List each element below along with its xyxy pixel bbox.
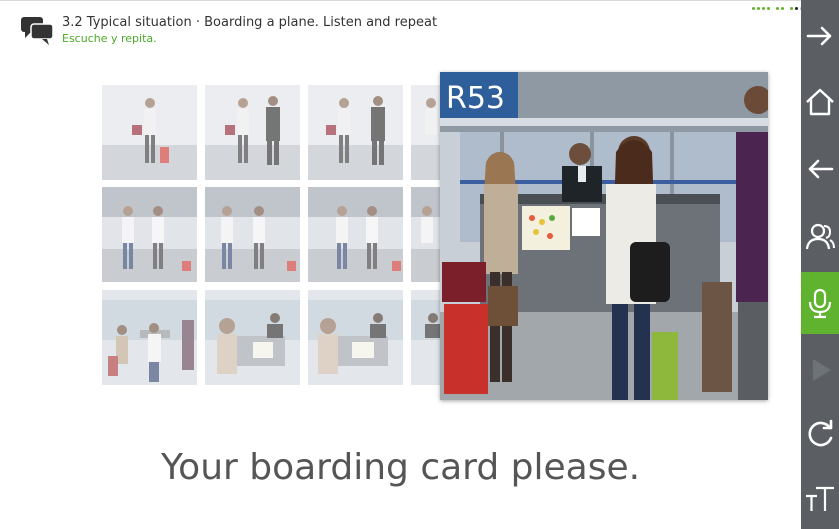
arrow-right-icon [806,26,832,46]
repeat-icon [808,419,833,447]
progress-dots [752,7,804,13]
thumbnail-photo[interactable] [102,85,197,180]
thumbnail-photo[interactable] [308,85,403,180]
thumbnail-photo[interactable] [308,187,403,282]
home-icon [806,88,834,116]
photo-thumbnail-grid [102,85,440,385]
play-button[interactable] [801,346,839,394]
back-button[interactable] [801,145,839,193]
play-icon [813,359,831,381]
gate-sign: R53 [446,81,505,116]
thumbnail-photo[interactable] [308,290,403,385]
next-button[interactable] [801,12,839,60]
record-button[interactable] [801,272,839,334]
people-icon [805,223,835,250]
thumbnail-photo[interactable] [411,290,440,385]
thumbnail-photo[interactable] [205,85,300,180]
text-size-button[interactable] [801,474,839,522]
thumbnail-photo[interactable] [102,290,197,385]
microphone-icon [808,288,832,319]
top-divider [0,0,801,1]
repeat-button[interactable] [801,410,839,458]
arrow-left-icon [808,159,834,179]
main-scene-photo: R53 [440,72,768,400]
phrase-caption: Your boarding card please. [160,447,641,488]
thumbnail-photo[interactable] [411,187,440,282]
text-size-icon [806,486,834,511]
right-toolbar [801,0,839,529]
page-title: 3.2 Typical situation · Boarding a plane… [62,15,438,30]
thumbnail-photo[interactable] [102,187,197,282]
thumbnail-photo[interactable] [205,187,300,282]
instruction-subtitle: Escuche y repita. [62,32,157,45]
home-button[interactable] [801,78,839,126]
thumbnail-photo[interactable] [205,290,300,385]
chat-bubbles-icon [21,17,54,45]
speakers-button[interactable] [801,212,839,260]
thumbnail-photo[interactable] [411,85,440,180]
